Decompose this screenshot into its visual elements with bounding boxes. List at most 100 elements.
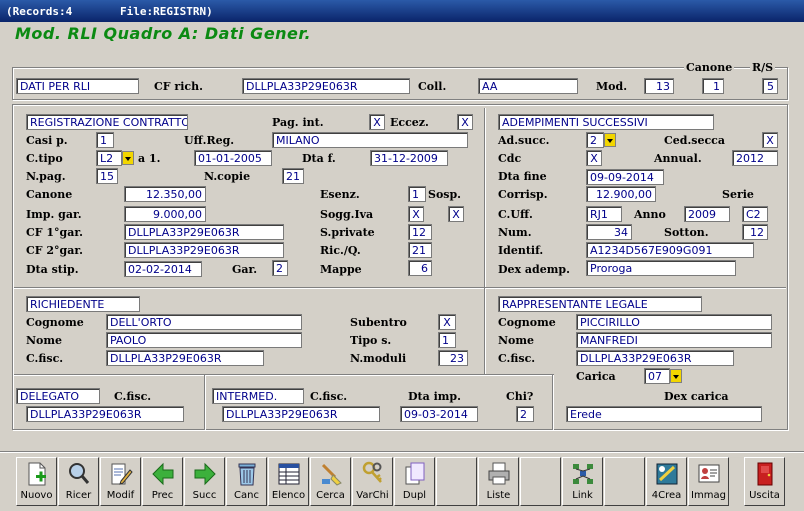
pag-int-checkbox[interactable]: X	[369, 114, 385, 130]
ctipo-field[interactable]: L2	[96, 150, 122, 166]
mappe-field[interactable]: 6	[408, 260, 432, 276]
num-field[interactable]: 34	[586, 224, 632, 240]
identif-field[interactable]: A1234D567E909G091	[586, 242, 754, 258]
rli-section-field[interactable]: DATI PER RLI	[16, 78, 139, 94]
succ-button[interactable]: Succ	[184, 457, 225, 506]
varchi-button[interactable]: VarChi	[352, 457, 393, 506]
canone-amount-field[interactable]: 12.350,00	[124, 186, 206, 202]
reg-section-field[interactable]: REGISTRAZIONE CONTRATTO	[26, 114, 188, 130]
rich-nome-field[interactable]: PAOLO	[106, 332, 302, 348]
inter-section-field[interactable]: INTERMED.	[212, 388, 304, 404]
inter-cfisc-field[interactable]: DLLPLA33P29E063R	[222, 406, 380, 422]
dta-stip-label: Dta stip.	[26, 263, 79, 276]
cerca-button[interactable]: Cerca	[310, 457, 351, 506]
serie-field[interactable]: C2	[742, 206, 768, 222]
coll-field[interactable]: AA	[478, 78, 578, 94]
prec-button[interactable]: Prec	[142, 457, 183, 506]
rapp-cfisc-field[interactable]: DLLPLA33P29E063R	[576, 350, 734, 366]
ricer-label: Ricer	[65, 490, 92, 501]
create-icon	[656, 463, 678, 485]
ncopie-label: N.copie	[204, 170, 251, 183]
dta-stip-field[interactable]: 02-02-2014	[124, 261, 202, 277]
succ-label: Succ	[192, 490, 217, 501]
nmoduli-field[interactable]: 23	[438, 350, 468, 366]
dupl-button[interactable]: Dupl	[394, 457, 435, 506]
sprivate-label: S.private	[320, 226, 375, 239]
adsucc-dropdown-icon[interactable]	[604, 133, 616, 147]
varchi-label: VarChi	[356, 490, 389, 501]
sotton-label: Sotton.	[664, 226, 709, 239]
cf-rich-field[interactable]: DLLPLA33P29E063R	[242, 78, 410, 94]
gar-field[interactable]: 2	[272, 260, 288, 276]
ricq-label: Ric./Q.	[320, 244, 361, 257]
canone-label: Canone	[26, 188, 73, 201]
cedsecca-checkbox[interactable]: X	[762, 132, 778, 148]
tipos-field[interactable]: 1	[438, 332, 456, 348]
casi-field[interactable]: 1	[96, 132, 114, 148]
elenco-button[interactable]: Elenco	[268, 457, 309, 506]
ricer-button[interactable]: Ricer	[58, 457, 99, 506]
rapp-cognome-field[interactable]: PICCIRILLO	[576, 314, 772, 330]
4crea-button[interactable]: 4Crea	[646, 457, 687, 506]
annual-field[interactable]: 2012	[732, 150, 778, 166]
carica-dropdown-icon[interactable]	[670, 369, 682, 383]
divider-vertical-mid	[484, 288, 485, 375]
cuff-field[interactable]: RJ1	[586, 206, 622, 222]
npag-field[interactable]: 15	[96, 168, 118, 184]
cf1-field[interactable]: DLLPLA33P29E063R	[124, 224, 284, 240]
rich-cognome-field[interactable]: DELL'ORTO	[106, 314, 302, 330]
mod-label: Mod.	[596, 80, 628, 93]
sotton-field[interactable]: 12	[742, 224, 768, 240]
subentro-checkbox[interactable]: X	[438, 314, 456, 330]
rapp-nome-label: Nome	[498, 334, 535, 347]
cf1-label: CF 1°gar.	[26, 226, 83, 239]
imp-gar-field[interactable]: 9.000,00	[124, 206, 206, 222]
cdc-checkbox[interactable]: X	[586, 150, 602, 166]
uscita-button[interactable]: Uscita	[744, 457, 785, 506]
dta-f-field[interactable]: 31-12-2009	[370, 150, 448, 166]
rich-cfisc-field[interactable]: DLLPLA33P29E063R	[106, 350, 264, 366]
immag-button[interactable]: Immag	[688, 457, 729, 506]
eccez-checkbox[interactable]: X	[457, 114, 473, 130]
dtafine-field[interactable]: 09-09-2014	[586, 169, 664, 185]
rapp-nome-field[interactable]: MANFREDI	[576, 332, 772, 348]
modif-button[interactable]: Modif	[100, 457, 141, 506]
toolbar-divider	[0, 451, 804, 452]
liste-button[interactable]: Liste	[478, 457, 519, 506]
ctipo-dropdown-icon[interactable]	[122, 151, 134, 165]
sogg-iva-checkbox[interactable]: X	[408, 206, 424, 222]
mod-field[interactable]: 13	[644, 78, 674, 94]
nuovo-button[interactable]: Nuovo	[16, 457, 57, 506]
adem-section-field[interactable]: ADEMPIMENTI SUCCESSIVI	[498, 114, 714, 130]
cf2-field[interactable]: DLLPLA33P29E063R	[124, 242, 284, 258]
canc-button[interactable]: Canc	[226, 457, 267, 506]
uff-reg-field[interactable]: MILANO	[272, 132, 468, 148]
rapp-section-field[interactable]: RAPPRESENTANTE LEGALE	[498, 296, 702, 312]
imp-gar-label: Imp. gar.	[26, 208, 82, 221]
sprivate-field[interactable]: 12	[408, 224, 432, 240]
cuff-label: C.Uff.	[498, 208, 533, 221]
ricq-field[interactable]: 21	[408, 242, 432, 258]
adsucc-field[interactable]: 2	[586, 132, 604, 148]
link-button[interactable]: Link	[562, 457, 603, 506]
esenz-field[interactable]: 1	[408, 186, 426, 202]
dex-ademp-field[interactable]: Proroga	[586, 260, 736, 276]
sosp-label: Sosp.	[428, 188, 461, 201]
anno-field[interactable]: 2009	[684, 206, 730, 222]
corrisp-field[interactable]: 12.900,00	[586, 186, 656, 202]
dta-imp-field[interactable]: 09-03-2014	[400, 406, 478, 422]
sosp-checkbox[interactable]: X	[448, 206, 464, 222]
dupl-label: Dupl	[402, 490, 427, 501]
tipos-label: Tipo s.	[350, 334, 392, 347]
rs-field[interactable]: 5	[762, 78, 778, 94]
carica-field[interactable]: 07	[644, 368, 670, 384]
ncopie-field[interactable]: 21	[282, 168, 304, 184]
keys-icon	[362, 461, 382, 483]
deleg-cfisc-field[interactable]: DLLPLA33P29E063R	[26, 406, 184, 422]
deleg-section-field[interactable]: DELEGATO	[16, 388, 100, 404]
rich-section-field[interactable]: RICHIEDENTE	[26, 296, 140, 312]
canone-field[interactable]: 1	[702, 78, 724, 94]
a1-field[interactable]: 01-01-2005	[194, 150, 272, 166]
chi-field[interactable]: 2	[516, 406, 534, 422]
dex-carica-field[interactable]: Erede	[566, 406, 762, 422]
